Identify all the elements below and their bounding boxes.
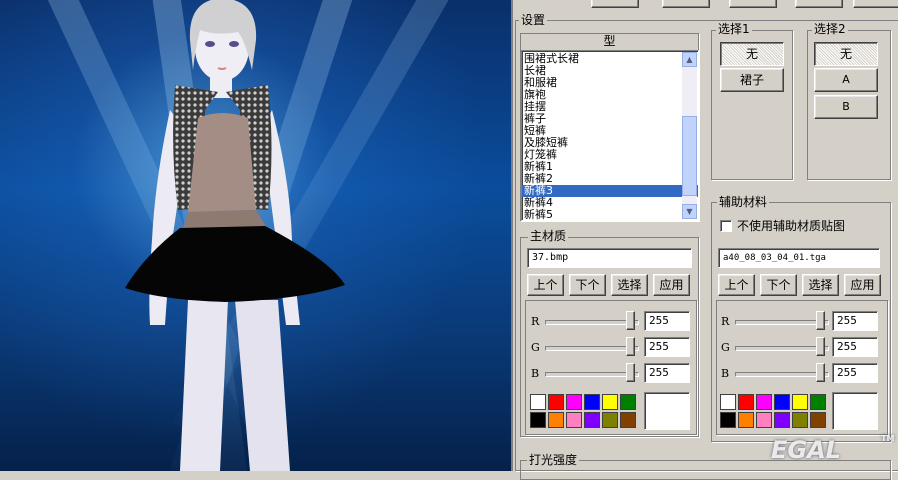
toolbar-button[interactable] bbox=[853, 0, 898, 8]
toolbar-button[interactable] bbox=[591, 0, 639, 8]
aux-color-swatch[interactable] bbox=[738, 394, 754, 410]
type-list-item[interactable]: 和服裙 bbox=[522, 77, 698, 89]
main-g-slider-handle[interactable] bbox=[626, 337, 635, 356]
aux-b-label: B bbox=[721, 367, 730, 380]
select1-option-skirt[interactable]: 裙子 bbox=[720, 68, 784, 92]
main-color-swatch[interactable] bbox=[584, 394, 600, 410]
main-color-swatch[interactable] bbox=[584, 412, 600, 428]
aux-color-swatch[interactable] bbox=[720, 412, 736, 428]
lighting-label: 打光强度 bbox=[527, 453, 580, 467]
main-r-slider-track[interactable] bbox=[545, 320, 639, 325]
main-select-button[interactable]: 选择 bbox=[611, 274, 648, 296]
type-list-item[interactable]: 围裙式长裙 bbox=[522, 53, 698, 65]
watermark-logo: EGAL bbox=[771, 436, 841, 464]
aux-color-preview bbox=[832, 392, 878, 430]
settings-panel: 设置 型 围裙式长裙 长裙 和服裙 旗袍 挂摆 裤子 短裤 及膝短裤 灯笼裤 新裤1 新裤2 新裤3 新… bbox=[511, 0, 898, 480]
aux-prev-button[interactable]: 上个 bbox=[718, 274, 755, 296]
aux-color-swatch[interactable] bbox=[774, 394, 790, 410]
aux-color-swatch[interactable] bbox=[720, 394, 736, 410]
aux-r-value-field[interactable]: 255 bbox=[832, 311, 878, 331]
aux-color-swatch[interactable] bbox=[756, 412, 772, 428]
main-apply-button[interactable]: 应用 bbox=[653, 274, 690, 296]
main-color-swatch[interactable] bbox=[548, 412, 564, 428]
main-color-swatch[interactable] bbox=[530, 394, 546, 410]
main-b-slider-handle[interactable] bbox=[626, 363, 635, 382]
type-list-item[interactable]: 新裤5 bbox=[522, 209, 698, 221]
type-list-item[interactable]: 挂摆 bbox=[522, 101, 698, 113]
3d-viewport[interactable] bbox=[0, 0, 511, 471]
toolbar-button[interactable] bbox=[662, 0, 710, 8]
character-model bbox=[125, 0, 345, 471]
main-g-label: G bbox=[531, 341, 540, 354]
scroll-up-icon[interactable]: ▲ bbox=[682, 52, 697, 67]
aux-g-label: G bbox=[721, 341, 730, 354]
toolbar-button[interactable] bbox=[729, 0, 777, 8]
aux-no-texture-checkbox[interactable] bbox=[720, 220, 732, 232]
main-b-label: B bbox=[531, 367, 540, 380]
aux-next-button[interactable]: 下个 bbox=[760, 274, 797, 296]
main-color-preview bbox=[644, 392, 690, 430]
main-color-swatch[interactable] bbox=[620, 394, 636, 410]
main-b-value-field[interactable]: 255 bbox=[644, 363, 690, 383]
aux-material-label: 辅助材料 bbox=[717, 195, 770, 209]
aux-g-value-field[interactable]: 255 bbox=[832, 337, 878, 357]
type-list-item[interactable]: 旗袍 bbox=[522, 89, 698, 101]
scroll-thumb[interactable] bbox=[682, 116, 697, 196]
select2-option-a[interactable]: A bbox=[814, 68, 878, 92]
select2-option-b[interactable]: B bbox=[814, 95, 878, 119]
main-color-swatch[interactable] bbox=[530, 412, 546, 428]
main-g-value-field[interactable]: 255 bbox=[644, 337, 690, 357]
type-list: 围裙式长裙 长裙 和服裙 旗袍 挂摆 裤子 短裤 及膝短裤 灯笼裤 新裤1 新裤2 新裤3 新裤4 新裤5 bbox=[522, 51, 698, 221]
aux-color-swatch[interactable] bbox=[756, 394, 772, 410]
main-r-value-field[interactable]: 255 bbox=[644, 311, 690, 331]
aux-g-slider-handle[interactable] bbox=[816, 337, 825, 356]
aux-color-swatch[interactable] bbox=[810, 412, 826, 428]
type-scrollbar[interactable]: ▲ ▼ bbox=[682, 52, 697, 219]
aux-select-button[interactable]: 选择 bbox=[802, 274, 839, 296]
main-b-slider-track[interactable] bbox=[545, 372, 639, 377]
main-color-swatch[interactable] bbox=[602, 412, 618, 428]
main-prev-button[interactable]: 上个 bbox=[527, 274, 564, 296]
main-g-slider-track[interactable] bbox=[545, 346, 639, 351]
main-material-file-field[interactable]: 37.bmp bbox=[527, 248, 692, 268]
main-color-swatch[interactable] bbox=[620, 412, 636, 428]
toolbar-button[interactable] bbox=[795, 0, 843, 8]
type-header: 型 bbox=[603, 34, 616, 48]
aux-no-texture-label: 不使用辅助材质贴图 bbox=[737, 219, 846, 233]
aux-b-slider-handle[interactable] bbox=[816, 363, 825, 382]
aux-color-swatch[interactable] bbox=[774, 412, 790, 428]
aux-color-swatch[interactable] bbox=[738, 412, 754, 428]
aux-g-slider-track[interactable] bbox=[735, 346, 829, 351]
scroll-down-icon[interactable]: ▼ bbox=[682, 204, 697, 219]
aux-color-swatch[interactable] bbox=[792, 394, 808, 410]
main-color-swatch[interactable] bbox=[602, 394, 618, 410]
aux-r-slider-handle[interactable] bbox=[816, 311, 825, 330]
aux-color-swatch[interactable] bbox=[810, 394, 826, 410]
aux-b-value-field[interactable]: 255 bbox=[832, 363, 878, 383]
main-color-swatch[interactable] bbox=[566, 394, 582, 410]
main-next-button[interactable]: 下个 bbox=[569, 274, 606, 296]
select2-option-none[interactable]: 无 bbox=[814, 42, 878, 66]
settings-group-label: 设置 bbox=[519, 13, 548, 27]
main-color-swatch[interactable] bbox=[566, 412, 582, 428]
watermark-tm: TM bbox=[881, 434, 895, 443]
select1-label: 选择1 bbox=[716, 22, 752, 36]
aux-apply-button[interactable]: 应用 bbox=[844, 274, 881, 296]
main-color-swatch[interactable] bbox=[548, 394, 564, 410]
type-list-item[interactable]: 裤子 bbox=[522, 113, 698, 125]
aux-material-file-field[interactable]: a40_08_03_04_01.tga bbox=[718, 248, 880, 268]
main-r-label: R bbox=[531, 315, 540, 328]
select2-label: 选择2 bbox=[812, 22, 848, 36]
main-material-label: 主材质 bbox=[528, 229, 569, 243]
aux-r-slider-track[interactable] bbox=[735, 320, 829, 325]
main-r-slider-handle[interactable] bbox=[626, 311, 635, 330]
type-listbox[interactable]: 围裙式长裙 长裙 和服裙 旗袍 挂摆 裤子 短裤 及膝短裤 灯笼裤 新裤1 新裤2 新裤3 新裤4 新裤5… bbox=[521, 50, 699, 221]
aux-r-label: R bbox=[721, 315, 730, 328]
aux-color-swatch[interactable] bbox=[792, 412, 808, 428]
select1-option-none[interactable]: 无 bbox=[720, 42, 784, 66]
aux-b-slider-track[interactable] bbox=[735, 372, 829, 377]
